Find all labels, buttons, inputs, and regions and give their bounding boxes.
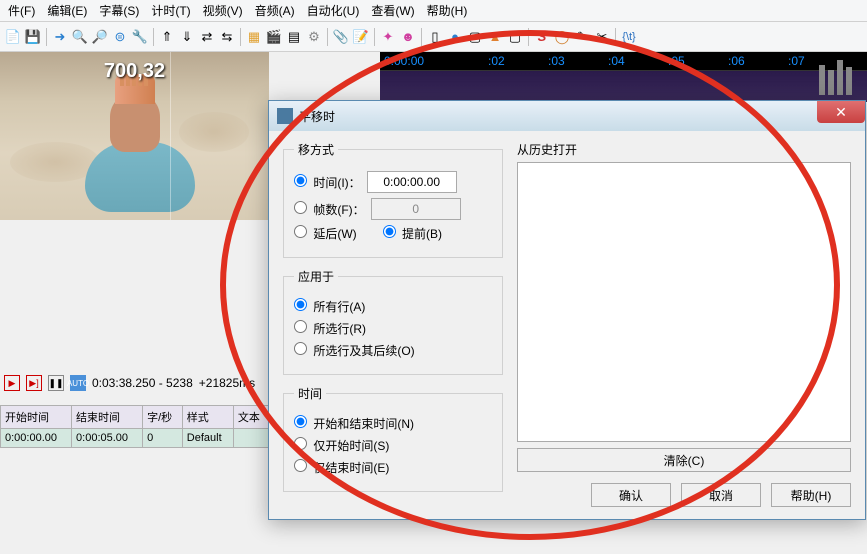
menu-timing[interactable]: 计时(T) [145,0,196,21]
play-icon[interactable]: ▶ [4,375,20,391]
time-input[interactable] [367,171,457,193]
col-end[interactable]: 结束时间 [72,406,143,429]
time-group: 时间 开始和结束时间(N) 仅开始时间(S) 仅结束时间(E) [283,385,503,492]
radio-start-only[interactable]: 仅开始时间(S) [294,437,389,454]
tools-icon[interactable]: ✂ [593,28,611,46]
current-time: 0:03:38.250 - 5238 [92,376,193,390]
triangle-icon[interactable]: ▲ [486,28,504,46]
separator [46,28,47,46]
col-start[interactable]: 开始时间 [1,406,72,429]
radio-end-only[interactable]: 仅结束时间(E) [294,459,389,476]
level-meter [819,55,859,95]
radio-frames[interactable]: 帧数(F)： [294,201,365,218]
shift-times-dialog: 平移时 ✕ 移方式 时间(I)： 帧数(F)： 延后(W) 提前(B) [268,100,866,520]
separator [528,28,529,46]
menu-audio[interactable]: 音频(A) [249,0,301,21]
col-text[interactable]: 文本 [233,406,269,429]
radio-selected-rows[interactable]: 所选行(R) [294,320,366,337]
frames-input [371,198,461,220]
square2-icon[interactable]: ▢ [506,28,524,46]
swap1-icon[interactable]: ⇄ [198,28,216,46]
playback-status: ▶ ▶] ❚❚ AUTO 0:03:38.250 - 5238 +21825ms [4,375,255,391]
menu-bar: 件(F) 编辑(E) 字幕(S) 计时(T) 视频(V) 音频(A) 自动化(U… [0,0,867,22]
wrench-icon[interactable]: 🔧 [131,28,149,46]
toolbar: 📄 💾 ➜ 🔍 🔎 ⊜ 🔧 ⇑ ⇓ ⇄ ⇆ ▦ 🎬 ▤ ⚙ 📎 📝 ✦ ☻ ▯ … [0,22,867,52]
separator [153,28,154,46]
list-icon[interactable]: ▤ [285,28,303,46]
timeline-ruler: 0:00:00 :02 :03 :04 :05 :06 :07 [380,52,867,70]
arrow-icon[interactable]: ➜ [51,28,69,46]
separator [374,28,375,46]
ok-button[interactable]: 确认 [591,483,671,507]
new-icon[interactable]: 📄 [4,28,22,46]
ruler-icon[interactable]: ✦ [379,28,397,46]
tag-icon[interactable]: {\t} [620,28,638,46]
offset-ms: +21825ms [199,376,255,390]
separator [421,28,422,46]
history-label: 从历史打开 [517,141,851,158]
pencil-icon[interactable]: ✎ [573,28,591,46]
menu-file[interactable]: 件(F) [2,0,41,21]
note-icon[interactable]: 📝 [352,28,370,46]
dialog-icon [277,108,293,124]
zoom-out-icon[interactable]: 🔎 [91,28,109,46]
globe-icon[interactable]: ⊜ [111,28,129,46]
s-icon[interactable]: S [533,28,551,46]
zoom-in-icon[interactable]: 🔍 [71,28,89,46]
radio-both-times[interactable]: 开始和结束时间(N) [294,415,414,432]
clear-button[interactable]: 清除(C) [517,448,851,472]
cancel-button[interactable]: 取消 [681,483,761,507]
gear-icon[interactable]: ⚙ [305,28,323,46]
history-listbox[interactable] [517,162,851,442]
video-preview[interactable]: 700,32 [0,52,269,220]
menu-view[interactable]: 查看(W) [365,0,420,21]
pause-icon[interactable]: ❚❚ [48,375,64,391]
subtitle-grid[interactable]: 开始时间 结束时间 字/秒 样式 文本 0:00:00.00 0:00:05.0… [0,405,270,448]
close-button[interactable]: ✕ [817,101,865,123]
radio-delay[interactable]: 延后(W) [294,225,357,242]
square-icon[interactable]: ▢ [466,28,484,46]
radio-advance[interactable]: 提前(B) [383,225,442,242]
shift-method-group: 移方式 时间(I)： 帧数(F)： 延后(W) 提前(B) [283,141,503,258]
timeline-track[interactable] [380,70,867,102]
doc-icon[interactable]: ▯ [426,28,444,46]
table-row[interactable]: 0:00:00.00 0:00:05.00 0 Default [1,429,270,448]
radio-all-rows[interactable]: 所有行(A) [294,298,365,315]
separator [240,28,241,46]
menu-help[interactable]: 帮助(H) [421,0,474,21]
play-range-icon[interactable]: ▶] [26,375,42,391]
menu-edit[interactable]: 编辑(E) [41,0,93,21]
circle-icon[interactable]: ◯ [553,28,571,46]
col-style[interactable]: 样式 [182,406,233,429]
separator [615,28,616,46]
menu-automation[interactable]: 自动化(U) [301,0,366,21]
radio-selected-onward[interactable]: 所选行及其后续(O) [294,342,415,359]
apply-to-group: 应用于 所有行(A) 所选行(R) 所选行及其后续(O) [283,268,503,375]
dialog-title: 平移时 [299,108,335,125]
shift-down-icon[interactable]: ⇓ [178,28,196,46]
save-icon[interactable]: 💾 [24,28,42,46]
help-button[interactable]: 帮助(H) [771,483,851,507]
swap2-icon[interactable]: ⇆ [218,28,236,46]
menu-video[interactable]: 视频(V) [197,0,249,21]
film-icon[interactable]: 🎬 [265,28,283,46]
menu-subtitle[interactable]: 字幕(S) [93,0,145,21]
video-timestamp-overlay: 700,32 [104,60,165,83]
clip-icon[interactable]: 📎 [332,28,350,46]
dialog-titlebar[interactable]: 平移时 ✕ [269,101,865,131]
avatar-icon[interactable]: ☻ [399,28,417,46]
shift-up-icon[interactable]: ⇑ [158,28,176,46]
audio-timeline[interactable]: 0:00:00 :02 :03 :04 :05 :06 :07 [380,52,867,102]
grid-icon[interactable]: ▦ [245,28,263,46]
auto-icon[interactable]: AUTO [70,375,86,391]
dot-icon[interactable]: ● [446,28,464,46]
separator [327,28,328,46]
col-cps[interactable]: 字/秒 [143,406,183,429]
radio-time[interactable]: 时间(I)： [294,174,361,191]
